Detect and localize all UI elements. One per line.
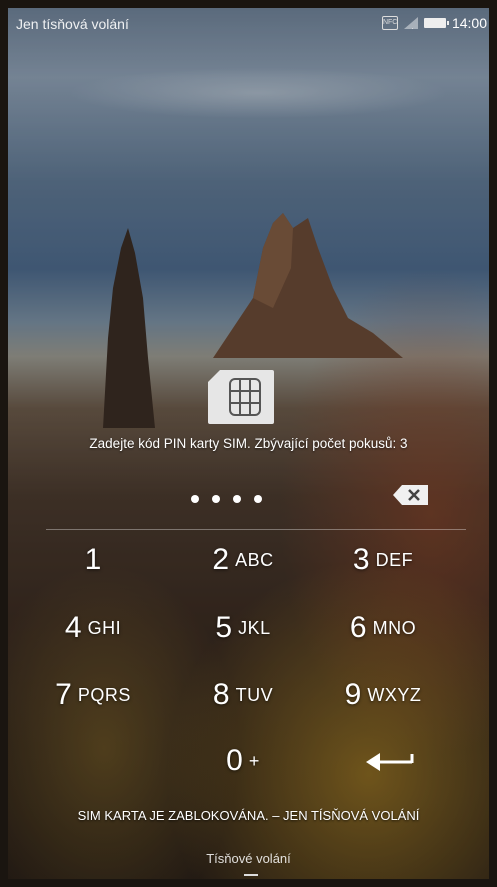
lock-screen: Jen tísňová volání NFC 14:00 Zadejte kód… <box>8 8 489 879</box>
key-6[interactable]: 6 MNO <box>318 603 448 653</box>
key-digit: 7 <box>55 678 72 711</box>
key-4[interactable]: 4 GHI <box>28 603 158 653</box>
numeric-keypad: 1 2 ABC 3 DEF 4 GHI 5 JKL 6 MNO 7 PQRS 8… <box>8 8 489 879</box>
key-letters: TUV <box>235 684 274 705</box>
key-digit: 9 <box>344 678 362 711</box>
key-digit: 4 <box>64 611 82 644</box>
key-letters: PQRS <box>77 684 131 705</box>
key-letters: + <box>248 750 260 771</box>
key-5[interactable]: 5 JKL <box>178 603 308 653</box>
key-letters: JKL <box>238 617 271 638</box>
key-7[interactable]: 7 PQRS <box>28 670 158 720</box>
emergency-call-button[interactable]: Tísňové volání <box>8 851 489 866</box>
key-3[interactable]: 3 DEF <box>318 535 448 585</box>
home-indicator <box>244 874 258 876</box>
key-9[interactable]: 9 WXYZ <box>318 670 448 720</box>
key-letters: WXYZ <box>367 684 422 705</box>
key-digit: 6 <box>349 611 367 644</box>
key-digit: 2 <box>212 543 230 576</box>
key-digit: 0 <box>226 744 243 777</box>
key-digit: 8 <box>212 678 230 711</box>
key-2[interactable]: 2 ABC <box>178 535 308 585</box>
key-letters: MNO <box>372 617 417 638</box>
key-letters: DEF <box>375 549 414 570</box>
key-digit: 3 <box>352 543 370 576</box>
sim-blocked-message: SIM KARTA JE ZABLOKOVÁNA. – JEN TÍSŇOVÁ … <box>77 808 420 823</box>
key-1[interactable]: 1 <box>28 535 158 585</box>
enter-icon[interactable] <box>364 750 416 774</box>
key-letters: GHI <box>87 617 122 638</box>
key-digit: 1 <box>84 543 102 576</box>
key-digit: 5 <box>215 611 233 644</box>
key-letters: ABC <box>235 549 274 570</box>
key-0[interactable]: 0 + <box>178 736 308 786</box>
key-8[interactable]: 8 TUV <box>178 670 308 720</box>
